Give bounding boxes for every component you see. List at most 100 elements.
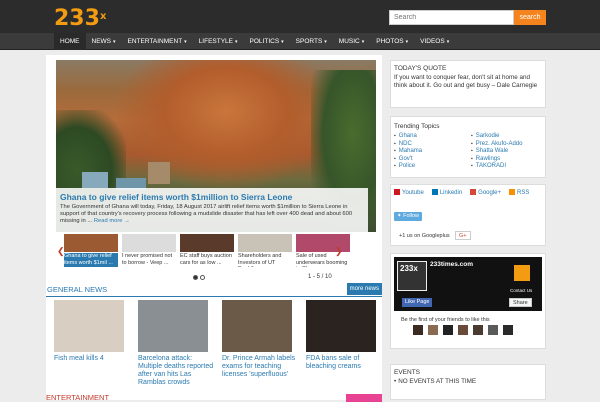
nav-item-videos[interactable]: VIDEOS ▾ bbox=[414, 33, 455, 50]
slider-thumbnail[interactable]: EC staff buys auction cars for as low ..… bbox=[180, 234, 234, 270]
slider-next-arrow-icon[interactable]: ❯ bbox=[335, 246, 343, 257]
news-headline[interactable]: Barcelona attack: Multiple deaths report… bbox=[138, 355, 214, 387]
thumbnail-image bbox=[180, 234, 234, 252]
facebook-friends-text: Be the first of your friends to like thi… bbox=[401, 317, 490, 323]
thumbnail-image bbox=[122, 234, 176, 252]
more-news-button[interactable]: more news bbox=[346, 283, 382, 295]
trending-topic-link[interactable]: Shatta Wale bbox=[471, 148, 545, 156]
read-more-link[interactable]: Read more → bbox=[94, 218, 130, 224]
search-input[interactable] bbox=[389, 10, 514, 25]
news-image[interactable] bbox=[222, 300, 292, 352]
news-headline[interactable]: Dr. Prince Armah labels exams for teachi… bbox=[222, 355, 298, 379]
news-image[interactable] bbox=[138, 300, 208, 352]
site-logo[interactable]: 233x bbox=[54, 8, 106, 30]
facebook-contact-icon bbox=[514, 265, 530, 281]
top-header: 233x search bbox=[0, 0, 600, 33]
trending-topic-link[interactable]: Rawlings bbox=[471, 156, 545, 164]
thumbnail-image bbox=[238, 234, 292, 252]
slider-dot[interactable] bbox=[200, 275, 205, 280]
thumbnail-image bbox=[64, 234, 118, 252]
avatar[interactable] bbox=[413, 325, 423, 335]
slider-dot[interactable] bbox=[193, 275, 198, 280]
news-item[interactable]: Fish meal kills 4 bbox=[46, 300, 130, 387]
avatar[interactable] bbox=[503, 325, 513, 335]
nav-item-sports[interactable]: SPORTS ▾ bbox=[290, 33, 333, 50]
facebook-share-button[interactable]: Share bbox=[509, 298, 532, 307]
slider-thumbnail[interactable]: Ghana to give relief items worth $1mil .… bbox=[64, 234, 118, 270]
googleplus-button[interactable]: G+ bbox=[455, 231, 471, 240]
general-news-title[interactable]: GENERAL NEWS bbox=[47, 284, 107, 296]
youtube-link[interactable]: Youtube bbox=[394, 189, 428, 197]
googleplus-link[interactable]: Google+ bbox=[470, 189, 505, 197]
news-headline[interactable]: Fish meal kills 4 bbox=[54, 355, 130, 363]
chevron-down-icon: ▾ bbox=[113, 39, 116, 45]
avatar[interactable] bbox=[488, 325, 498, 335]
quote-text: If you want to conquer fear, don't sit a… bbox=[394, 74, 538, 89]
linkedin-icon bbox=[431, 189, 438, 195]
trending-topic-link[interactable]: Police bbox=[394, 163, 468, 171]
news-item[interactable]: Dr. Prince Armah labels exams for teachi… bbox=[214, 300, 298, 387]
chevron-down-icon: ▾ bbox=[405, 39, 409, 45]
slider-thumbnails: Ghana to give relief items worth $1mil .… bbox=[64, 234, 356, 270]
slide-title[interactable]: Ghana to give relief items worth $1milli… bbox=[60, 192, 364, 202]
entertainment-section-title[interactable]: ENTERTAINMENT bbox=[46, 393, 109, 402]
slide-excerpt: The Government of Ghana will today, Frid… bbox=[60, 204, 353, 224]
general-news-header: GENERAL NEWS more news bbox=[46, 283, 382, 297]
rss-link[interactable]: RSS bbox=[509, 189, 533, 197]
twitter-follow-button[interactable]: ✦ Follow bbox=[394, 212, 423, 221]
trending-topic-link[interactable]: Prez. Akufo-Addo bbox=[471, 141, 545, 149]
facebook-page-widget: 233x 233times.com Contact Us Like Page S… bbox=[390, 253, 546, 349]
facebook-like-button[interactable]: Like Page bbox=[402, 298, 433, 307]
avatar[interactable] bbox=[458, 325, 468, 335]
main-navigation: HOME NEWS ▾ ENTERTAINMENT ▾ LIFESTYLE ▾ POLITIC… bbox=[0, 33, 600, 50]
googleplus-icon bbox=[470, 189, 477, 195]
trending-title: Trending Topics bbox=[394, 123, 440, 130]
nav-item-lifestyle[interactable]: LIFESTYLE ▾ bbox=[193, 33, 244, 50]
trending-topics-widget: Trending Topics GhanaNDCMahamaGov'tPolic… bbox=[390, 116, 546, 178]
nav-item-music[interactable]: MUSIC ▾ bbox=[333, 33, 370, 50]
thumbnail-caption: EC staff buys auction cars for as low ..… bbox=[180, 253, 232, 266]
facebook-contact-link[interactable]: Contact Us bbox=[510, 288, 532, 293]
events-widget: EVENTS NO EVENTS AT THIS TIME bbox=[390, 364, 546, 400]
events-title: EVENTS bbox=[394, 369, 421, 376]
nav-item-photos[interactable]: PHOTOS ▾ bbox=[370, 33, 414, 50]
trending-topic-link[interactable]: NDC bbox=[394, 141, 468, 149]
news-image[interactable] bbox=[306, 300, 376, 352]
chevron-down-icon: ▾ bbox=[235, 39, 238, 45]
news-headline[interactable]: FDA bans sale of bleaching creams bbox=[306, 355, 382, 371]
linkedin-link[interactable]: Linkedin bbox=[431, 189, 466, 197]
rss-icon bbox=[509, 189, 516, 195]
nav-item-entertainment[interactable]: ENTERTAINMENT ▾ bbox=[122, 33, 193, 50]
news-item[interactable]: Barcelona attack: Multiple deaths report… bbox=[130, 300, 214, 387]
trending-topic-link[interactable]: Gov't bbox=[394, 156, 468, 164]
entertainment-more-button[interactable] bbox=[346, 394, 382, 402]
thumbnail-caption: Ghana to give relief items worth $1mil .… bbox=[64, 253, 118, 267]
facebook-cover[interactable]: 233x 233times.com Contact Us Like Page S… bbox=[394, 257, 542, 311]
avatar[interactable] bbox=[473, 325, 483, 335]
youtube-icon bbox=[394, 189, 400, 195]
news-item[interactable]: FDA bans sale of bleaching creams bbox=[298, 300, 382, 387]
trending-topic-link[interactable]: Ghana bbox=[394, 133, 468, 141]
facebook-friend-faces bbox=[413, 325, 518, 335]
nav-item-news[interactable]: NEWS ▾ bbox=[86, 33, 122, 50]
trending-topic-link[interactable]: Sarkodie bbox=[471, 133, 545, 141]
nav-item-politics[interactable]: POLITICS ▾ bbox=[244, 33, 290, 50]
facebook-page-name[interactable]: 233times.com bbox=[430, 261, 473, 268]
search-button[interactable]: search bbox=[514, 10, 546, 25]
thumbnail-caption: Shareholders and Investors of UT Bank& .… bbox=[238, 253, 282, 267]
slider-thumbnail[interactable]: I never promised not to borrow - Veep ..… bbox=[122, 234, 176, 270]
news-image[interactable] bbox=[54, 300, 124, 352]
slider-thumbnail[interactable]: Shareholders and Investors of UT Bank& .… bbox=[238, 234, 292, 270]
trending-topic-link[interactable]: Mahama bbox=[394, 148, 468, 156]
chevron-down-icon: ▾ bbox=[281, 39, 284, 45]
quote-title: TODAY'S QUOTE bbox=[394, 65, 447, 72]
trending-topic-link[interactable]: TAKORADI bbox=[471, 163, 545, 171]
social-links-widget: Youtube Linkedin Google+ RSS ✦ Follow +1… bbox=[390, 184, 546, 246]
slider-dots bbox=[193, 275, 207, 280]
featured-slider[interactable]: Ghana to give relief items worth $1milli… bbox=[56, 60, 376, 232]
chevron-down-icon: ▾ bbox=[324, 39, 327, 45]
facebook-page-logo[interactable]: 233x bbox=[397, 261, 427, 291]
avatar[interactable] bbox=[443, 325, 453, 335]
nav-item-home[interactable]: HOME bbox=[54, 33, 86, 50]
avatar[interactable] bbox=[428, 325, 438, 335]
